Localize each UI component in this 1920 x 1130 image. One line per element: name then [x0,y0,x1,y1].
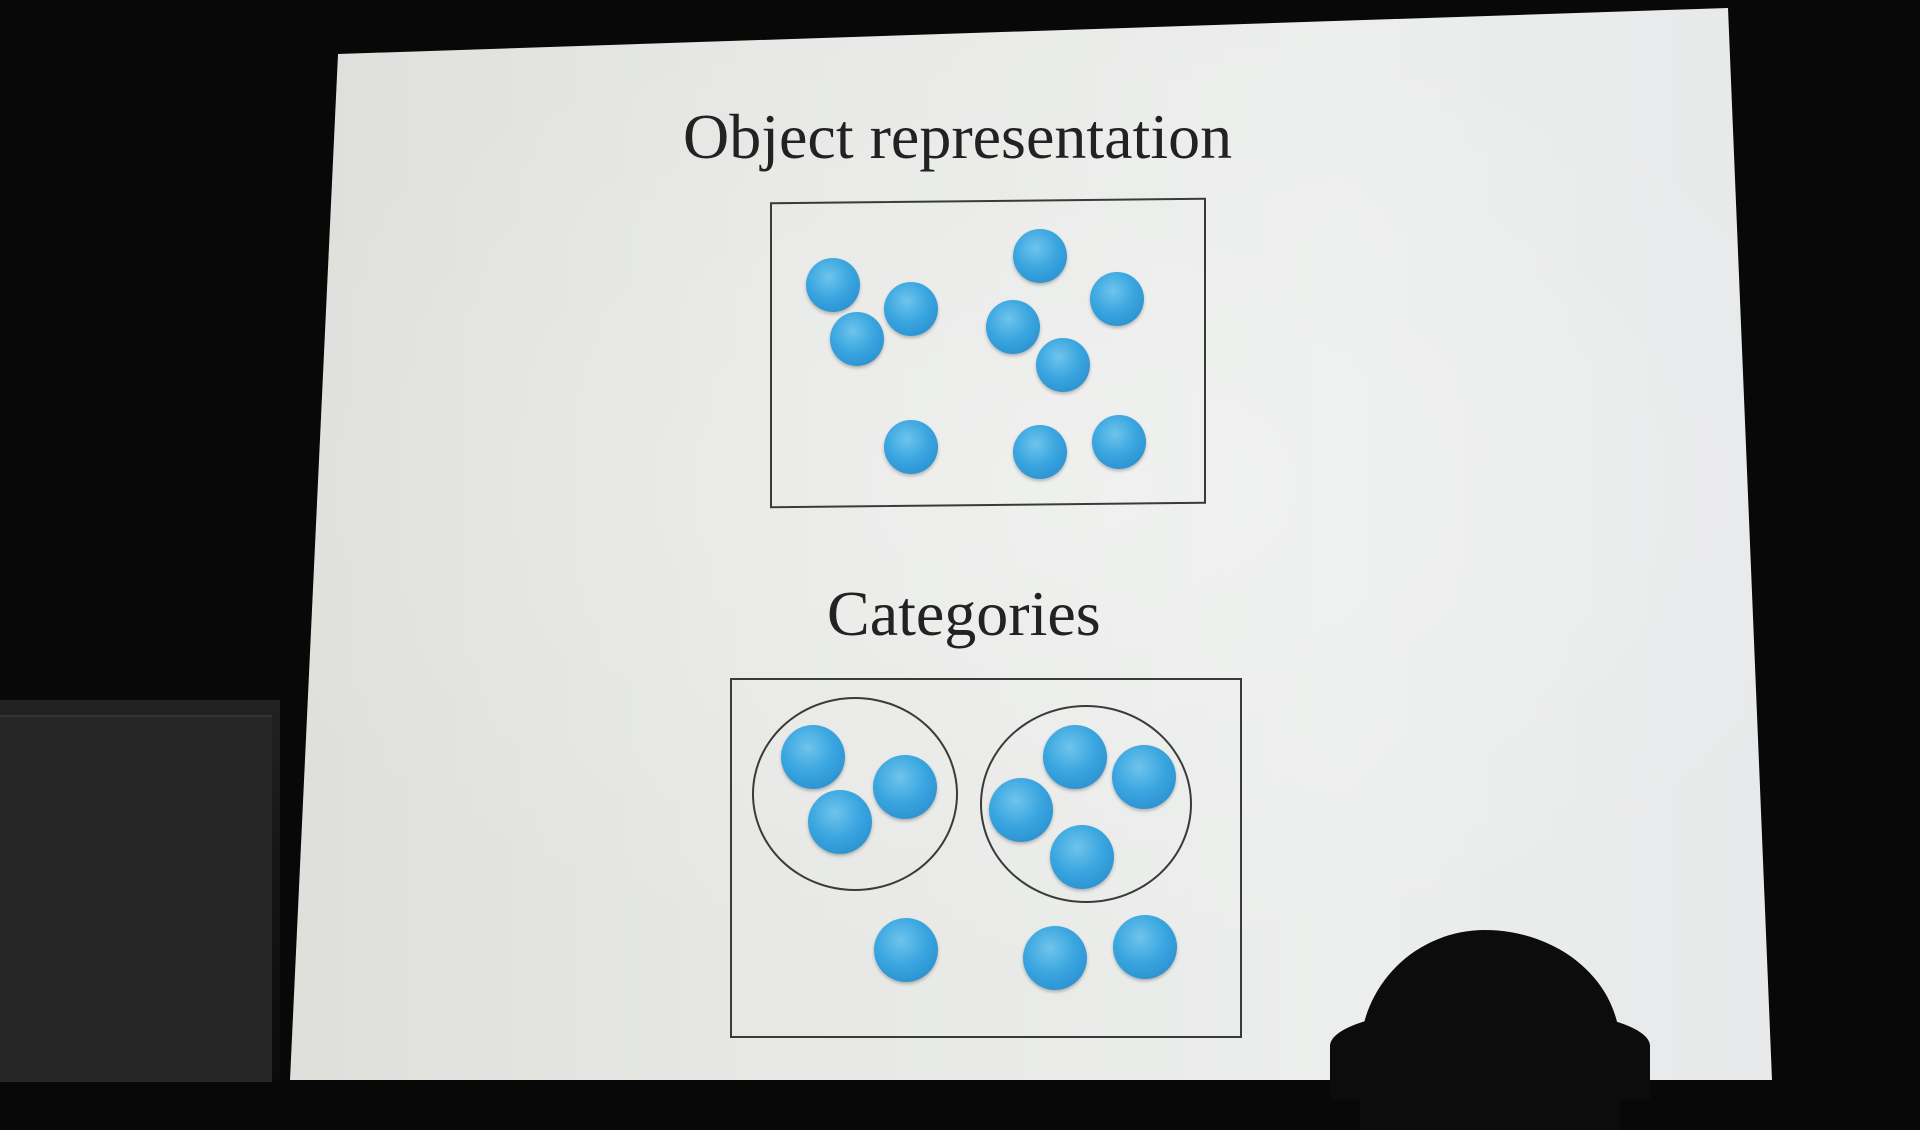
object-dot [830,312,884,366]
object-dot [806,258,860,312]
object-dot [1036,338,1090,392]
category-dot [1050,825,1114,889]
category-dot [1112,745,1176,809]
ungrouped-dot [1113,915,1177,979]
category-dot [781,725,845,789]
slide-title-categories: Categories [827,578,1101,649]
object-dot [1013,425,1067,479]
object-dot [884,420,938,474]
slide-title-object-representation: Object representation [683,101,1233,172]
category-dot [873,755,937,819]
ungrouped-dot [1023,926,1087,990]
object-dot [986,300,1040,354]
object-dot [1092,415,1146,469]
category-dot [1043,725,1107,789]
ungrouped-dot [874,918,938,982]
category-dot [808,790,872,854]
speaker-equipment [0,715,272,1082]
category-dot [989,778,1053,842]
object-dot [1090,272,1144,326]
object-dot [1013,229,1067,283]
object-dot [884,282,938,336]
